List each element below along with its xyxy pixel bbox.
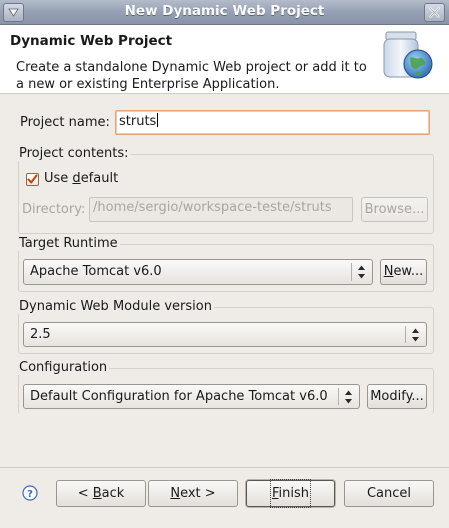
project-name-value: struts bbox=[119, 114, 157, 129]
combo-separator bbox=[338, 388, 339, 405]
page-title: Dynamic Web Project bbox=[10, 33, 173, 49]
use-default-label-suffix: efault bbox=[80, 171, 119, 186]
directory-label: Directory: bbox=[22, 202, 86, 217]
module-version-title: Dynamic Web Module version bbox=[17, 299, 214, 314]
target-runtime-select[interactable]: Apache Tomcat v6.0 bbox=[23, 259, 373, 285]
project-contents-title: Project contents: bbox=[17, 146, 131, 161]
back-rest: ack bbox=[101, 486, 125, 501]
directory-field[interactable]: /home/sergio/workspace-teste/struts bbox=[89, 197, 353, 222]
next-mnemonic: N bbox=[170, 486, 181, 501]
modify-button-label: Modify... bbox=[370, 389, 424, 404]
new-runtime-button[interactable]: New... bbox=[380, 259, 427, 285]
target-runtime-value: Apache Tomcat v6.0 bbox=[30, 264, 162, 279]
svg-text:?: ? bbox=[27, 489, 33, 500]
use-default-label-mnemonic: d bbox=[72, 171, 81, 186]
footer-divider bbox=[0, 467, 449, 468]
use-default-label[interactable]: Use default bbox=[44, 171, 118, 186]
module-version-select[interactable]: 2.5 bbox=[23, 322, 427, 347]
finish-button[interactable]: Finish bbox=[246, 479, 335, 508]
up-down-arrows-icon bbox=[412, 328, 419, 342]
window-title: New Dynamic Web Project bbox=[124, 3, 325, 19]
page-description: Create a standalone Dynamic Web project … bbox=[16, 60, 367, 92]
back-button[interactable]: < Back bbox=[56, 480, 146, 507]
up-down-arrows-icon bbox=[358, 265, 365, 279]
configuration-select[interactable]: Default Configuration for Apache Tomcat … bbox=[23, 384, 360, 409]
combo-separator bbox=[405, 326, 406, 343]
configuration-value: Default Configuration for Apache Tomcat … bbox=[30, 389, 328, 404]
back-mnemonic: B bbox=[92, 486, 102, 501]
help-question-icon[interactable]: ? bbox=[22, 485, 38, 501]
configuration-title: Configuration bbox=[17, 360, 110, 375]
target-runtime-title: Target Runtime bbox=[17, 236, 120, 251]
new-runtime-mnemonic: N bbox=[383, 264, 394, 279]
cancel-button[interactable]: Cancel bbox=[344, 480, 434, 507]
browse-button[interactable]: Browse... bbox=[361, 197, 428, 222]
browse-button-label: Browse... bbox=[364, 202, 425, 217]
text-caret bbox=[157, 113, 159, 127]
directory-value: /home/sergio/workspace-teste/struts bbox=[93, 200, 332, 215]
module-version-value: 2.5 bbox=[30, 327, 51, 342]
finish-rest: inish bbox=[278, 486, 310, 501]
combo-separator bbox=[351, 263, 352, 281]
web-project-globe-jar-icon bbox=[383, 31, 433, 79]
window-titlebar: New Dynamic Web Project bbox=[0, 0, 449, 25]
new-runtime-label-rest: ew... bbox=[393, 264, 424, 279]
window-close-button[interactable] bbox=[424, 3, 445, 22]
back-prefix: < bbox=[77, 486, 93, 501]
project-name-input[interactable]: struts bbox=[115, 110, 430, 135]
modify-configuration-button[interactable]: Modify... bbox=[367, 384, 427, 409]
wizard-header: Dynamic Web Project Create a standalone … bbox=[0, 25, 449, 94]
cancel-label: Cancel bbox=[366, 486, 412, 501]
project-name-label: Project name: bbox=[20, 115, 110, 130]
next-rest: ext > bbox=[180, 486, 216, 501]
next-button[interactable]: Next > bbox=[148, 480, 238, 507]
project-contents-group: Project contents: bbox=[17, 146, 434, 234]
up-down-arrows-icon bbox=[345, 390, 352, 404]
use-default-checkbox[interactable] bbox=[26, 173, 39, 186]
close-icon bbox=[429, 7, 440, 18]
use-default-label-prefix: Use bbox=[44, 171, 73, 186]
checkmark-icon bbox=[27, 174, 38, 184]
